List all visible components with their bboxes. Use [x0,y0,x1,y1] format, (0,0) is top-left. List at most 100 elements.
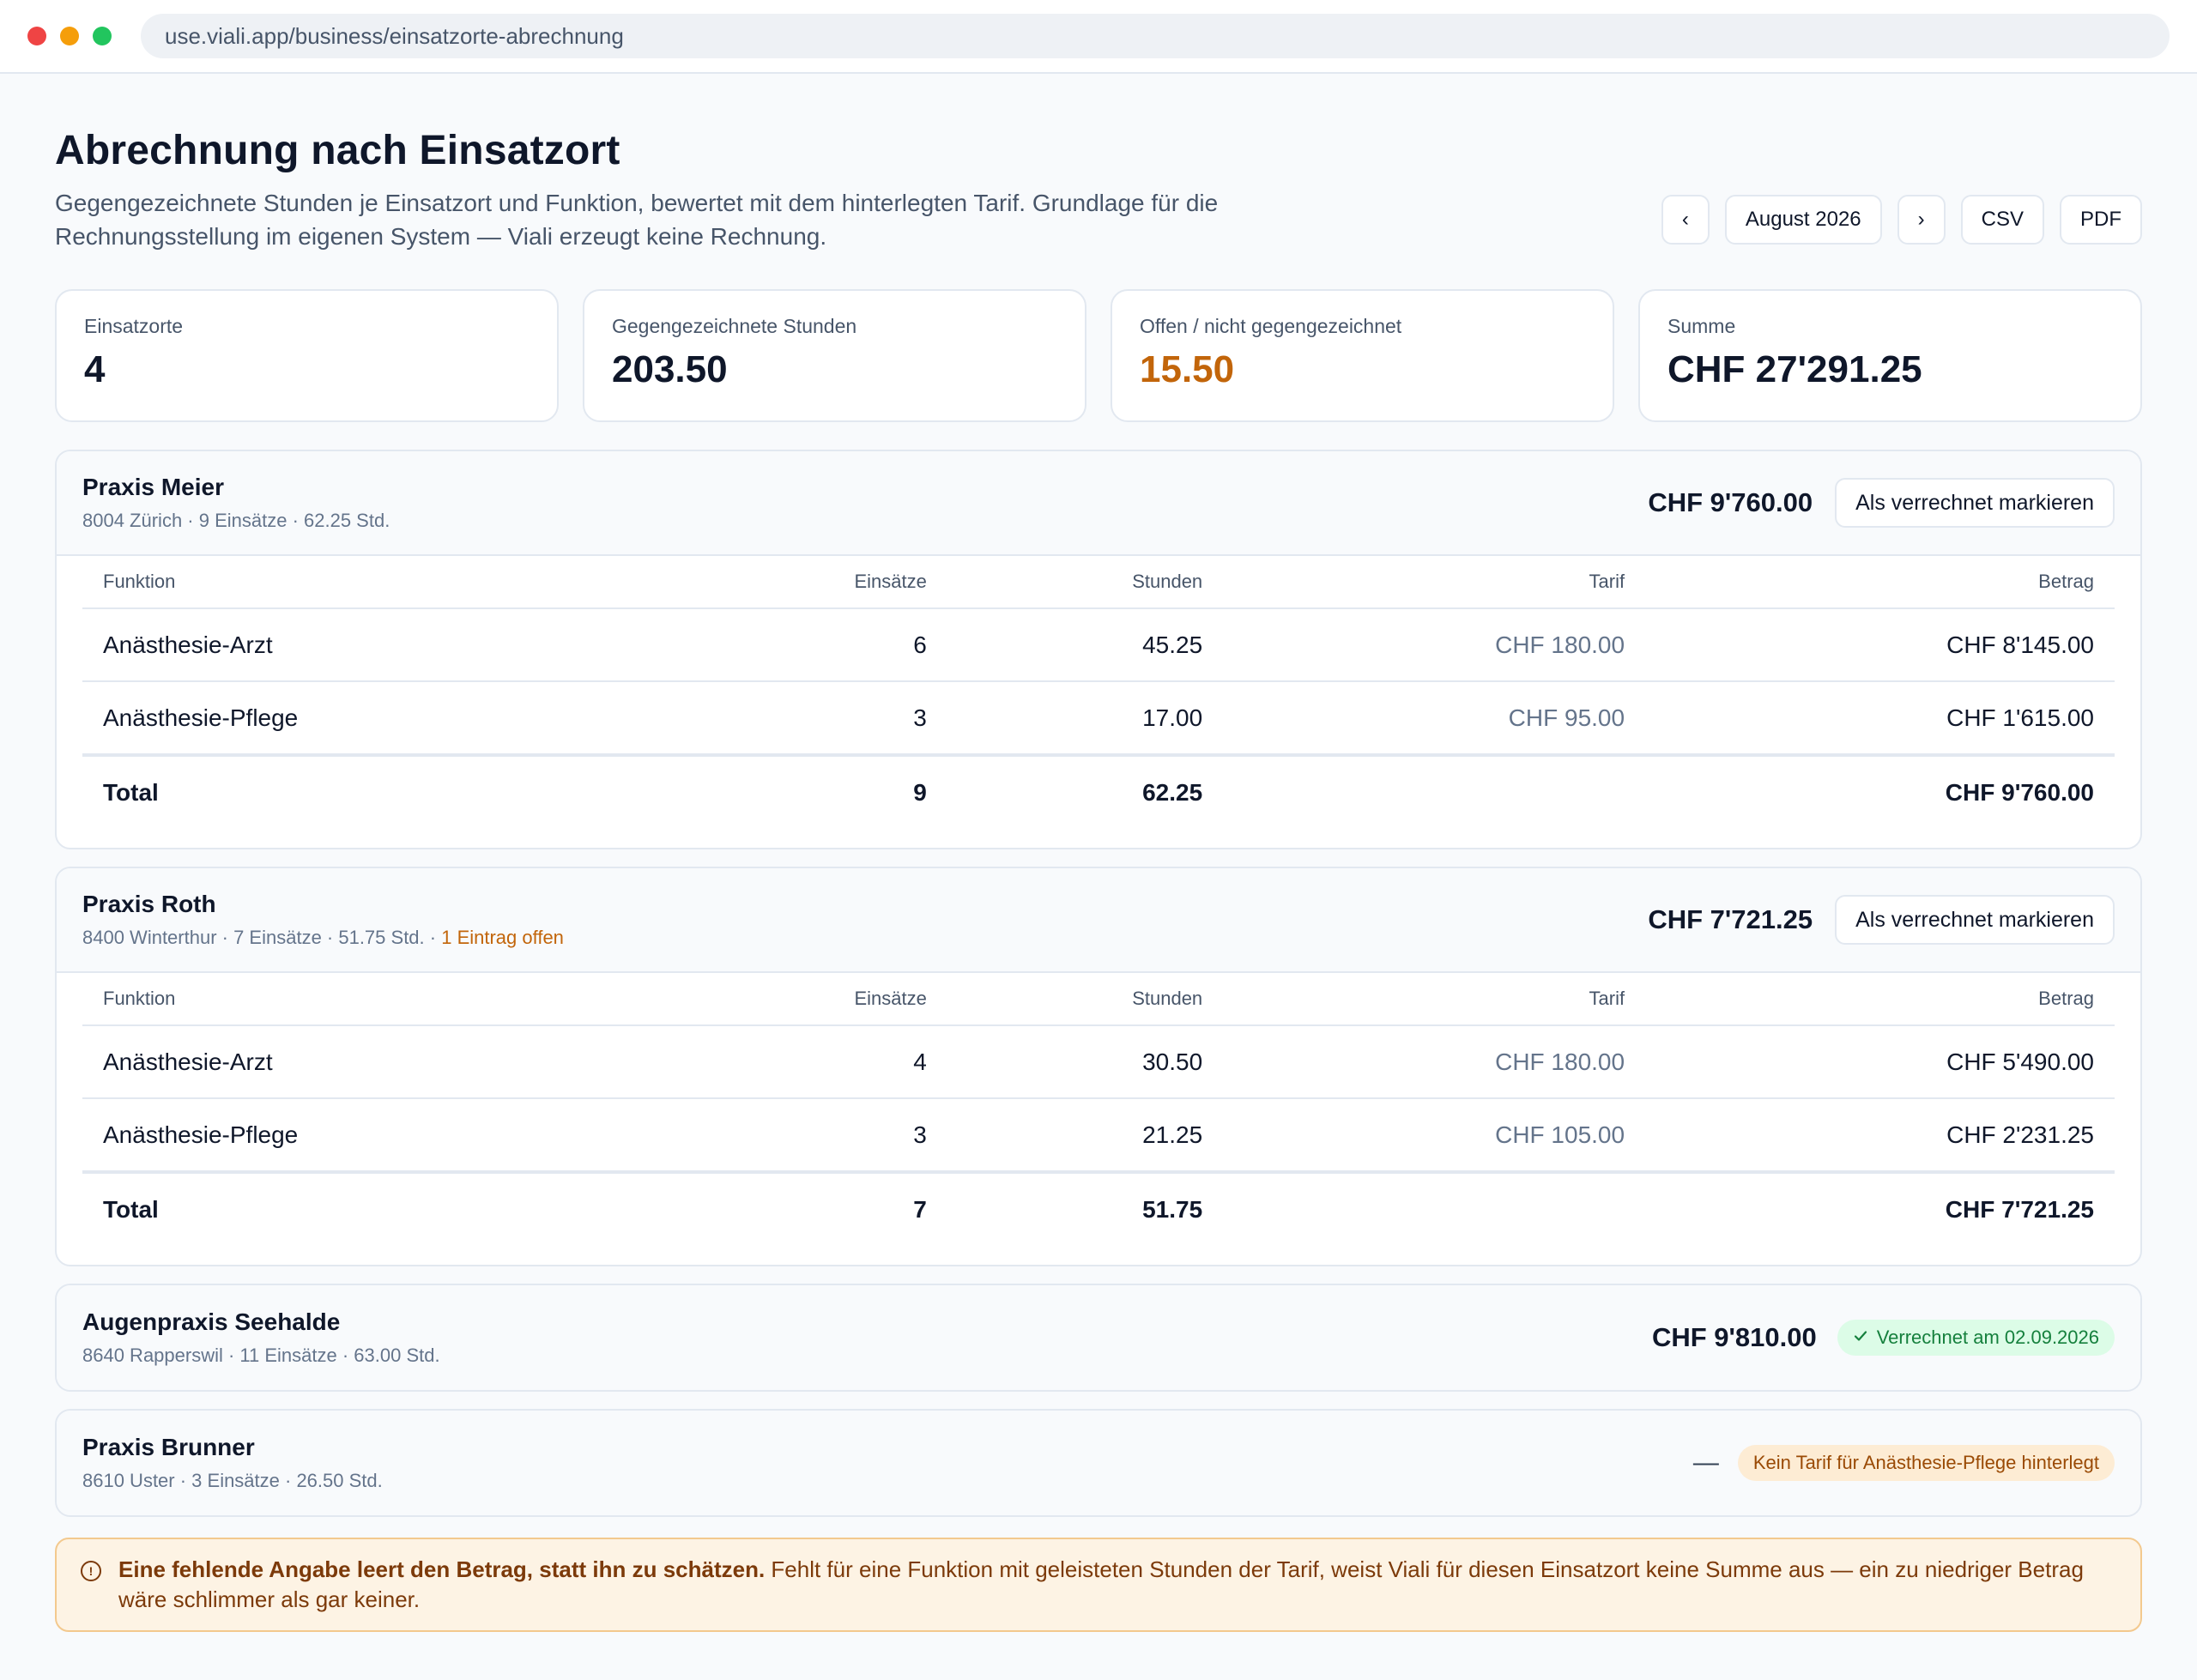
total-label: Total [82,1170,667,1246]
total-stunden: 51.75 [947,1170,1224,1246]
billed-badge: Verrechnet am 02.09.2026 [1837,1320,2115,1356]
cell-tarif: CHF 180.00 [1223,608,1646,682]
check-icon [1853,1326,1868,1349]
billed-badge-label: Verrechnet am 02.09.2026 [1876,1326,2099,1348]
mark-billed-button[interactable]: Als verrechnet markieren [1835,478,2115,528]
next-month-button[interactable]: › [1897,195,1946,245]
stat-summe: Summe CHF 27'291.25 [1638,289,2142,422]
close-window-button[interactable] [27,27,46,45]
total-label: Total [82,753,667,829]
mark-billed-button[interactable]: Als verrechnet markieren [1835,895,2115,945]
total-betrag: CHF 9'760.00 [1645,753,2115,829]
col-funktion: Funktion [82,973,667,1026]
location-amount: CHF 9'760.00 [1648,487,1813,517]
stat-value: 4 [84,348,106,390]
pdf-export-button[interactable]: PDF [2060,195,2142,245]
stat-offen: Offen / nicht gegengezeichnet 15.50 [1111,289,1614,422]
cell-funktion: Anästhesie-Pflege [82,1098,667,1173]
stat-label: Offen / nicht gegengezeichnet [1140,315,1402,337]
total-tarif [1223,1170,1646,1246]
page-title: Abrechnung nach Einsatzort [55,128,620,173]
cell-stunden: 17.00 [947,681,1224,756]
location-meta: 8610 Uster · 3 Einsätze · 26.50 Std. [82,1470,383,1491]
cell-stunden: 45.25 [947,608,1224,682]
col-betrag: Betrag [1645,973,2115,1026]
location-amount: CHF 9'810.00 [1651,1322,1817,1352]
browser-bar: use.viali.app/business/einsatzorte-abrec… [0,0,2197,74]
maximize-window-button[interactable] [93,27,112,45]
cell-tarif: CHF 105.00 [1223,1098,1646,1173]
cell-tarif: CHF 95.00 [1223,681,1646,756]
total-tarif [1223,753,1646,829]
location-header[interactable]: Augenpraxis Seehalde 8640 Rapperswil · 1… [57,1285,2140,1390]
cell-betrag: CHF 8'145.00 [1645,608,2115,682]
location-name: Praxis Brunner [82,1434,255,1460]
location-header[interactable]: Praxis Brunner 8610 Uster · 3 Einsätze ·… [57,1411,2140,1515]
table-row: Anästhesie-Arzt 4 30.50 CHF 180.00 CHF 5… [82,1025,2115,1099]
main-content: Abrechnung nach Einsatzort Gegengezeichn… [0,74,2197,1632]
cell-funktion: Anästhesie-Arzt [82,1025,667,1099]
location-meta: 8400 Winterthur · 7 Einsätze · 51.75 Std… [82,927,442,948]
info-note-text: Eine fehlende Angabe leert den Betrag, s… [118,1555,2115,1615]
info-note: ! Eine fehlende Angabe leert den Betrag,… [55,1538,2142,1632]
col-tarif: Tarif [1223,973,1646,1026]
stat-label: Gegengezeichnete Stunden [612,315,857,337]
cell-stunden: 21.25 [947,1098,1224,1173]
col-funktion: Funktion [82,556,667,609]
stat-label: Summe [1667,315,1736,337]
location-name: Praxis Meier [82,474,224,500]
prev-month-button[interactable]: ‹ [1661,195,1710,245]
open-entry-note: 1 Eintrag offen [441,927,564,948]
total-stunden: 62.25 [947,753,1224,829]
location-meta: 8640 Rapperswil · 11 Einsätze · 63.00 St… [82,1345,440,1366]
minimize-window-button[interactable] [60,27,79,45]
cell-betrag: CHF 1'615.00 [1645,681,2115,756]
csv-export-button[interactable]: CSV [1960,195,2044,245]
total-row: Total 7 51.75 CHF 7'721.25 [82,1170,2115,1246]
location-header: Praxis Roth 8400 Winterthur · 7 Einsätze… [57,868,2140,973]
total-row: Total 9 62.25 CHF 9'760.00 [82,753,2115,829]
col-stunden: Stunden [947,973,1224,1026]
location-card-praxis-roth: Praxis Roth 8400 Winterthur · 7 Einsätze… [55,867,2142,1266]
stat-label: Einsatzorte [84,315,184,337]
table-row: Anästhesie-Arzt 6 45.25 CHF 180.00 CHF 8… [82,608,2115,682]
month-selector[interactable]: August 2026 [1724,195,1882,245]
stat-value: 203.50 [612,348,728,390]
stat-stunden: Gegengezeichnete Stunden 203.50 [583,289,1086,422]
location-card-praxis-brunner[interactable]: Praxis Brunner 8610 Uster · 3 Einsätze ·… [55,1409,2142,1517]
location-amount: — [1692,1448,1719,1477]
location-meta: 8004 Zürich · 9 Einsätze · 62.25 Std. [82,510,390,531]
stat-value: 15.50 [1140,348,1235,390]
toolbar: ‹ August 2026 › CSV PDF [1661,195,2142,245]
table-row: Anästhesie-Pflege 3 17.00 CHF 95.00 CHF … [82,681,2115,756]
cell-betrag: CHF 2'231.25 [1645,1098,2115,1173]
location-name: Augenpraxis Seehalde [82,1308,341,1335]
col-betrag: Betrag [1645,556,2115,609]
location-meta-wrap: 8400 Winterthur · 7 Einsätze · 51.75 Std… [82,927,564,949]
total-einsaetze: 7 [666,1170,947,1246]
function-table: Funktion Einsätze Stunden Tarif Betrag A… [82,973,2115,1246]
cell-funktion: Anästhesie-Pflege [82,681,667,756]
page-description: Gegengezeichnete Stunden je Einsatzort u… [55,190,1219,250]
location-name: Praxis Roth [82,891,216,917]
total-betrag: CHF 7'721.25 [1645,1170,2115,1246]
stat-einsatzorte: Einsatzorte 4 [55,289,559,422]
location-card-augenpraxis-seehalde[interactable]: Augenpraxis Seehalde 8640 Rapperswil · 1… [55,1284,2142,1392]
stat-value: CHF 27'291.25 [1667,348,1922,390]
stats-row: Einsatzorte 4 Gegengezeichnete Stunden 2… [55,289,2142,422]
function-table: Funktion Einsätze Stunden Tarif Betrag A… [82,556,2115,829]
cell-einsaetze: 3 [666,1098,947,1173]
location-header: Praxis Meier 8004 Zürich · 9 Einsätze · … [57,451,2140,556]
col-einsaetze: Einsätze [666,973,947,1026]
total-einsaetze: 9 [666,753,947,829]
cell-einsaetze: 6 [666,608,947,682]
address-bar[interactable]: use.viali.app/business/einsatzorte-abrec… [141,14,2170,58]
cell-funktion: Anästhesie-Arzt [82,608,667,682]
window-controls [27,27,112,45]
cell-betrag: CHF 5'490.00 [1645,1025,2115,1099]
cell-stunden: 30.50 [947,1025,1224,1099]
cell-tarif: CHF 180.00 [1223,1025,1646,1099]
location-card-praxis-meier: Praxis Meier 8004 Zürich · 9 Einsätze · … [55,450,2142,849]
info-note-bold: Eine fehlende Angabe leert den Betrag, s… [118,1556,766,1582]
cell-einsaetze: 4 [666,1025,947,1099]
